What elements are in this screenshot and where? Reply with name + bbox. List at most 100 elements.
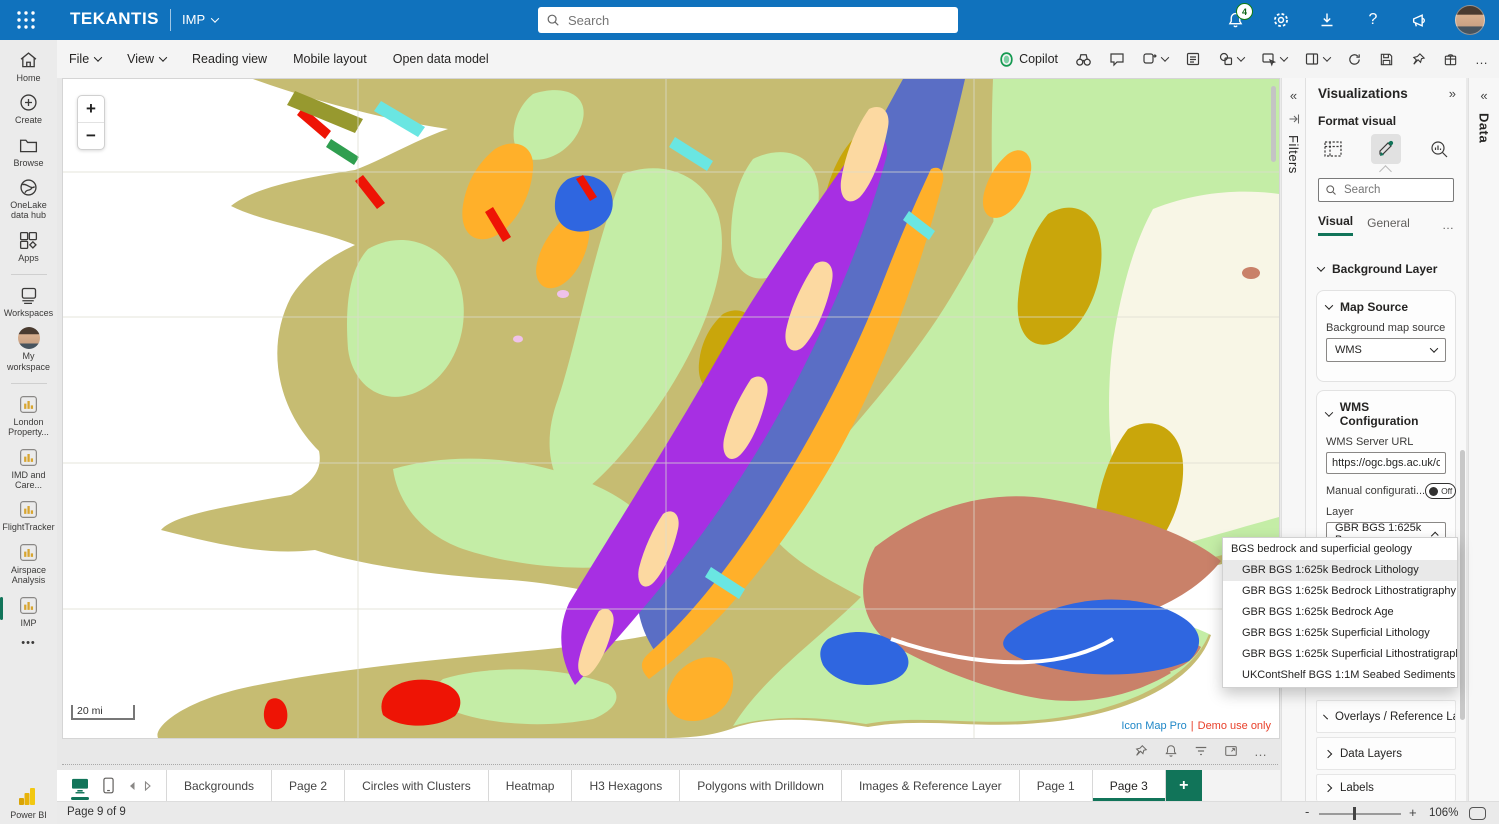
menu-file[interactable]: File (69, 52, 101, 66)
dropdown-option[interactable]: GBR BGS 1:625k Bedrock Age (1223, 602, 1457, 623)
new-visual-button[interactable] (1261, 51, 1287, 67)
format-search-input[interactable] (1342, 183, 1447, 197)
dropdown-option[interactable]: GBR BGS 1:625k Superficial Lithostratigr… (1223, 644, 1457, 665)
map-visual[interactable]: + − 20 mi Icon Map Pro|Demo use only (62, 78, 1280, 739)
map-source-header[interactable]: Map Source (1326, 300, 1446, 314)
next-page-icon[interactable] (144, 781, 152, 791)
data-pane-collapsed[interactable]: « Data (1468, 78, 1499, 801)
mobile-view-button[interactable] (103, 777, 114, 794)
refresh-button[interactable] (1347, 52, 1362, 67)
pin-pane-icon[interactable] (1288, 113, 1300, 125)
settings-button[interactable] (1271, 10, 1291, 30)
map-zoom-out-button[interactable]: − (78, 122, 104, 149)
overlays-section-header[interactable]: Overlays / Reference Lay... (1316, 700, 1456, 733)
sidebar-item-create[interactable]: Create (0, 92, 57, 125)
format-tabs-more-button[interactable]: … (1442, 218, 1454, 232)
filters-pane-collapsed[interactable]: « Filters (1281, 78, 1305, 801)
tab-visual[interactable]: Visual (1318, 214, 1353, 236)
zoom-slider-handle[interactable] (1353, 807, 1356, 820)
page-tab-heatmap[interactable]: Heatmap (489, 770, 573, 801)
web-view-button[interactable] (71, 778, 89, 794)
dropdown-group-header[interactable]: BGS bedrock and superficial geology (1223, 539, 1457, 560)
build-visual-button[interactable] (1318, 134, 1348, 164)
sidebar-item-browse[interactable]: Browse (0, 135, 57, 168)
wms-configuration-header[interactable]: WMS Configuration (1326, 400, 1446, 428)
page-tab-circles-with-clusters[interactable]: Circles with Clusters (345, 770, 489, 801)
sensitivity-button[interactable] (1443, 52, 1458, 67)
icon-map-pro-link[interactable]: Icon Map Pro (1121, 720, 1186, 732)
analytics-button[interactable] (1424, 134, 1454, 164)
shapes-button[interactable] (1218, 51, 1244, 67)
expand-data-button[interactable]: « (1480, 88, 1487, 103)
page-tab-backgrounds[interactable]: Backgrounds (166, 770, 272, 801)
download-button[interactable] (1317, 10, 1337, 30)
visual-more-options-button[interactable]: … (1254, 744, 1268, 759)
visual-interactions-button[interactable] (1142, 51, 1168, 67)
focus-mode-button[interactable] (1224, 744, 1238, 758)
map-zoom-in-button[interactable]: + (78, 96, 104, 122)
help-button[interactable]: ? (1363, 10, 1383, 30)
dropdown-option[interactable]: GBR BGS 1:625k Bedrock Lithostratigraphy (1223, 581, 1457, 602)
pin-visual-button[interactable] (1134, 744, 1148, 758)
format-search[interactable] (1318, 178, 1454, 202)
format-pane-scrollbar[interactable] (1460, 450, 1465, 720)
global-search[interactable] (538, 7, 958, 33)
workspace-switcher[interactable]: IMP (182, 12, 218, 27)
sidebar-item-onelake-data-hub[interactable]: OneLake data hub (0, 177, 57, 221)
menu-open-data-model[interactable]: Open data model (393, 52, 489, 66)
tab-general[interactable]: General (1367, 216, 1410, 235)
pin-button[interactable] (1411, 52, 1426, 67)
background-layer-section-header[interactable]: Background Layer (1318, 262, 1437, 276)
collapse-visualizations-button[interactable]: » (1449, 86, 1456, 101)
text-box-button[interactable] (1185, 51, 1201, 67)
manual-configuration-toggle[interactable]: Off (1425, 483, 1456, 499)
page-tab-polygons-with-drilldown[interactable]: Polygons with Drilldown (680, 770, 842, 801)
zoom-out-button[interactable]: - (1305, 804, 1309, 819)
page-tab-images-reference-layer[interactable]: Images & Reference Layer (842, 770, 1020, 801)
canvas-scrollbar[interactable] (1271, 86, 1276, 162)
sidebar-item-imd-and-care[interactable]: IMD and Care... (0, 447, 57, 491)
page-tab-page-1[interactable]: Page 1 (1020, 770, 1093, 801)
brand-logo[interactable]: TEKANTIS (70, 9, 159, 29)
zoom-in-button[interactable]: + (1409, 805, 1417, 820)
sidebar-item-home[interactable]: Home (0, 50, 57, 83)
filters-on-visual-button[interactable] (1194, 744, 1208, 758)
wms-server-url-input[interactable] (1326, 452, 1446, 474)
page-tab-page-3[interactable]: Page 3 (1093, 770, 1166, 801)
account-avatar[interactable] (1455, 5, 1485, 35)
app-launcher-icon[interactable] (16, 10, 36, 30)
prev-page-icon[interactable] (128, 781, 136, 791)
sidebar-item-london-property[interactable]: London Property... (0, 394, 57, 438)
dropdown-option[interactable]: GBR BGS 1:625k Superficial Lithology (1223, 623, 1457, 644)
sidebar-item-flighttracker[interactable]: FlightTracker (0, 499, 57, 532)
sidebar-item-workspaces[interactable]: Workspaces (0, 285, 57, 318)
labels-section-header[interactable]: Labels (1316, 774, 1456, 801)
format-visual-button[interactable] (1371, 134, 1401, 164)
dropdown-option-selected[interactable]: GBR BGS 1:625k Bedrock Lithology (1223, 560, 1457, 581)
sidebar-item-apps[interactable]: Apps (0, 230, 57, 263)
copilot-button[interactable]: Copilot (998, 51, 1058, 68)
fit-to-page-icon[interactable] (1469, 807, 1486, 820)
feedback-button[interactable] (1409, 10, 1429, 30)
dropdown-option[interactable]: UKContShelf BGS 1:1M Seabed Sediments (1223, 665, 1457, 686)
alerts-button[interactable] (1164, 744, 1178, 758)
notifications-button[interactable]: 4 (1225, 10, 1245, 30)
menubar-more-button[interactable]: … (1475, 52, 1489, 67)
sidebar-item-airspace-analysis[interactable]: Airspace Analysis (0, 542, 57, 586)
sidebar-item-imp[interactable]: IMP (0, 595, 57, 628)
add-page-button[interactable]: + (1166, 770, 1202, 801)
menu-view[interactable]: View (127, 52, 166, 66)
sidebar-item-my-workspace[interactable]: My workspace (0, 327, 57, 372)
global-search-input[interactable] (566, 12, 950, 29)
expand-filters-button[interactable]: « (1290, 88, 1297, 103)
data-layers-section-header[interactable]: Data Layers (1316, 737, 1456, 770)
menu-reading-view[interactable]: Reading view (192, 52, 267, 66)
sidebar-more-button[interactable]: ••• (21, 637, 36, 649)
page-tab-page-2[interactable]: Page 2 (272, 770, 345, 801)
page-layout-button[interactable] (1304, 51, 1330, 67)
geology-map[interactable] (63, 79, 1279, 738)
background-map-source-select[interactable]: WMS (1326, 338, 1446, 362)
comments-button[interactable] (1109, 51, 1125, 67)
page-tab-h3-hexagons[interactable]: H3 Hexagons (572, 770, 680, 801)
explore-button[interactable] (1075, 51, 1092, 68)
